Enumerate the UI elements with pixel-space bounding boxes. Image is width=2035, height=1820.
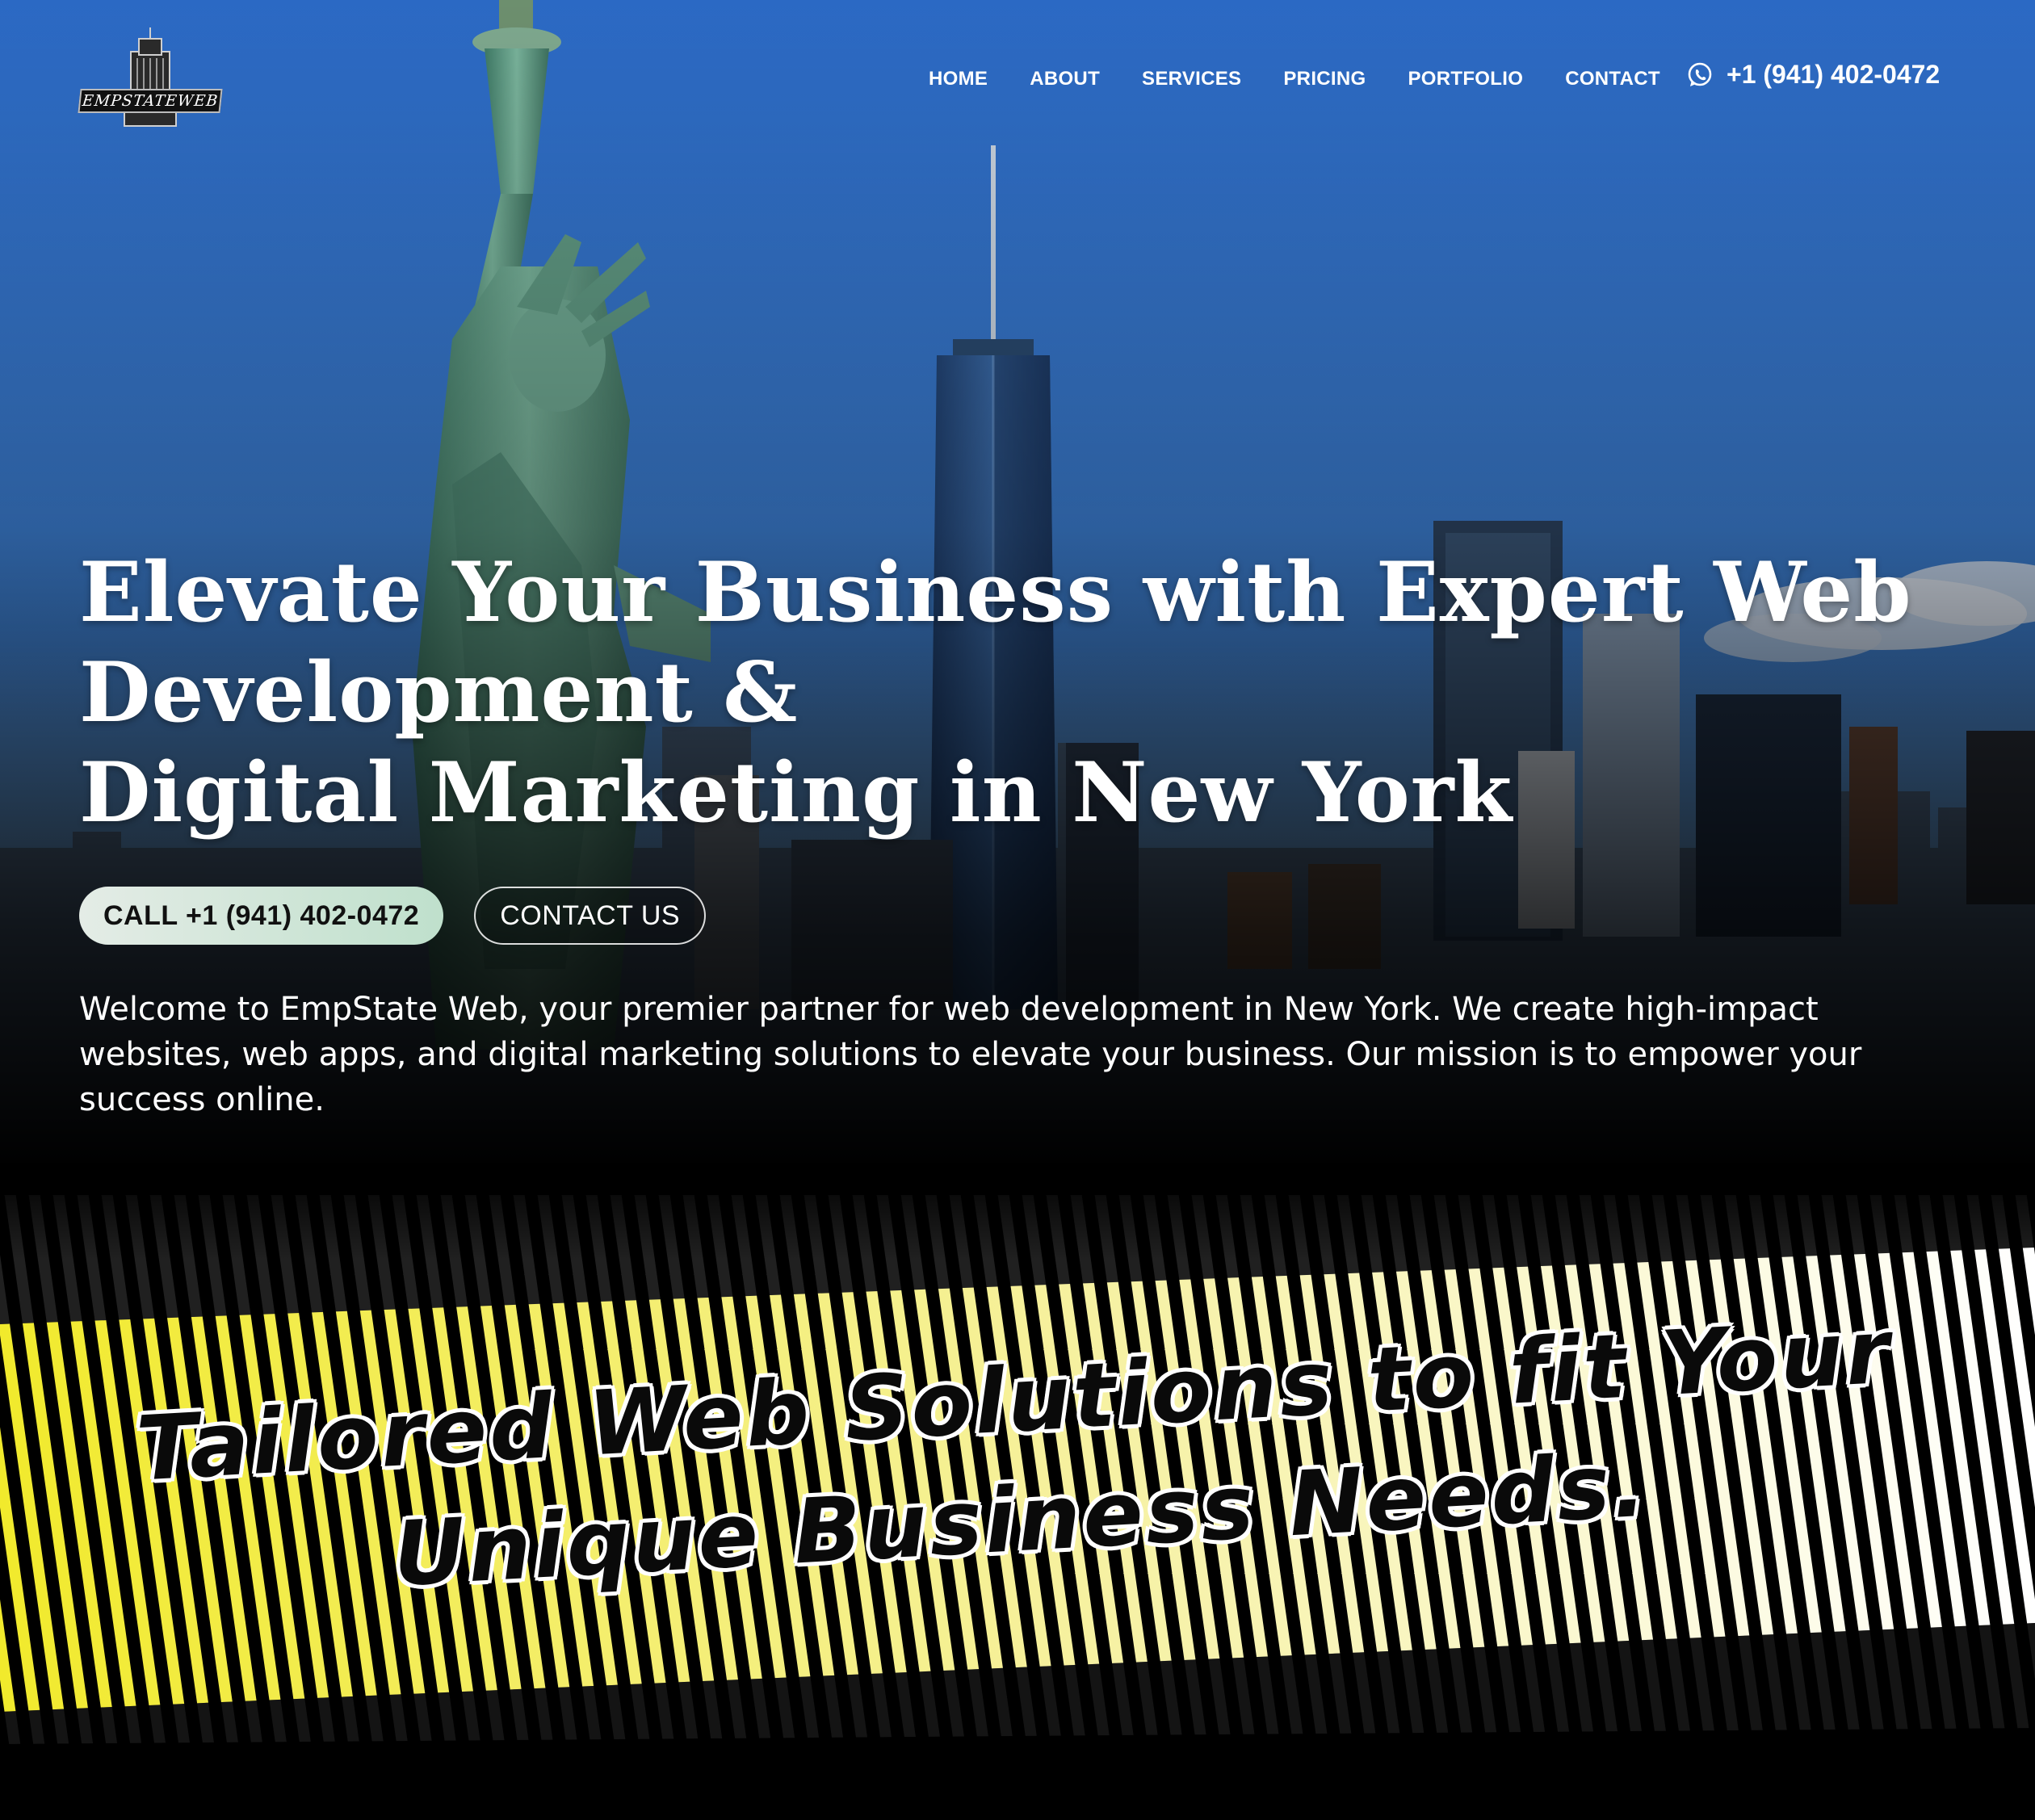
nav-services[interactable]: SERVICES (1142, 68, 1241, 90)
nav-home[interactable]: HOME (929, 68, 988, 90)
headline-line-2: Development & (79, 644, 799, 741)
brand-logo[interactable]: EMPSTATEWEB (78, 27, 223, 129)
call-button[interactable]: CALL +1 (941) 402-0472 (79, 887, 444, 945)
header-phone-link[interactable]: +1 (941) 402-0472 (1686, 60, 1940, 90)
main-navigation: HOME ABOUT SERVICES PRICING PORTFOLIO CO… (929, 63, 1702, 95)
hero-cta-group: CALL +1 (941) 402-0472 CONTACT US (79, 887, 707, 945)
headline-line-1: Elevate Your Business with Expert Web (79, 544, 1912, 641)
logo-wordmark: EMPSTATEWEB (78, 89, 223, 113)
empire-building-icon (124, 27, 177, 127)
header-phone-number: +1 (941) 402-0472 (1727, 60, 1941, 89)
headline-line-3: Digital Marketing in New York (79, 744, 1513, 841)
nav-portfolio[interactable]: PORTFOLIO (1408, 68, 1523, 90)
nav-pricing[interactable]: PRICING (1283, 68, 1366, 90)
contact-us-button[interactable]: CONTACT US (474, 887, 707, 945)
hero-intro-text: Welcome to EmpState Web, your premier pa… (79, 991, 1862, 1118)
nav-contact[interactable]: CONTACT (1565, 68, 1660, 90)
whatsapp-icon (1686, 61, 1714, 89)
nav-about[interactable]: ABOUT (1030, 68, 1100, 90)
page: EMPSTATEWEB HOME ABOUT SERVICES PRICING … (0, 0, 2035, 1820)
hero-headline: Elevate Your Business with Expert Web De… (79, 543, 1936, 843)
